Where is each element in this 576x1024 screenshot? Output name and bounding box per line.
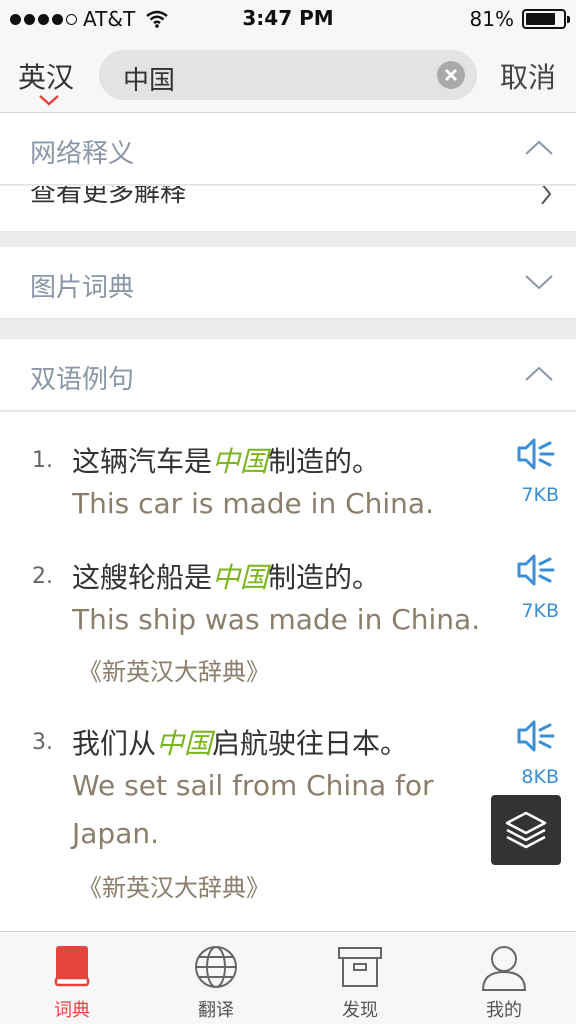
speaker-icon[interactable] [516, 436, 556, 472]
chevron-up-icon[interactable] [524, 139, 554, 157]
example-english: This car is made in China. [72, 487, 434, 520]
audio-size: 8KB [521, 766, 559, 788]
zh-text: 制造的。 [268, 445, 381, 478]
example-chinese: 这艘轮船是中国制造的。 [72, 556, 380, 596]
zh-text: 制造的。 [268, 561, 381, 594]
section-bilingual-examples[interactable]: 双语例句 [0, 339, 576, 411]
tab-label: 词典 [54, 1000, 90, 1021]
search-header: 英汉 中国 取消 [0, 36, 576, 113]
audio-size: 7KB [521, 484, 559, 506]
search-query[interactable]: 中国 [123, 60, 175, 97]
speaker-icon[interactable] [516, 718, 556, 754]
language-mode-selector[interactable]: 英汉 [18, 56, 74, 96]
chevron-right-icon [541, 186, 552, 204]
example-english: We set sail from China for Japan. [72, 769, 434, 850]
chevron-down-icon[interactable] [38, 94, 60, 106]
layers-button[interactable] [491, 795, 561, 865]
audio-size: 7KB [521, 600, 559, 622]
example-source[interactable]: 《新英汉大辞典》 [78, 868, 270, 903]
tab-label: 发现 [342, 1000, 378, 1021]
tab-translate[interactable]: 翻译 [144, 932, 288, 1024]
example-number: 3. [32, 730, 53, 755]
section-picture-dictionary[interactable]: 图片词典 [0, 247, 576, 319]
section-web-definitions[interactable]: 网络释义 [0, 113, 576, 185]
battery-status: 81% [469, 7, 570, 31]
zh-text: 这艘轮船是 [72, 561, 213, 594]
example-source[interactable]: 《新英汉大辞典》 [78, 652, 270, 687]
status-bar: AT&T 3:47 PM 81% [0, 0, 576, 36]
tab-label: 翻译 [198, 1000, 234, 1021]
globe-icon [195, 946, 237, 988]
cancel-button[interactable]: 取消 [500, 56, 556, 96]
battery-percent: 81% [469, 7, 514, 31]
zh-highlight: 中国 [212, 445, 269, 478]
clear-icon[interactable] [437, 61, 465, 89]
speaker-icon[interactable] [516, 552, 556, 588]
tab-label: 我的 [486, 1000, 522, 1021]
example-chinese: 我们从中国启航驶往日本。 [72, 722, 408, 762]
zh-highlight: 中国 [156, 727, 213, 760]
chevron-down-icon[interactable] [524, 273, 554, 291]
box-icon [338, 947, 382, 987]
tab-discover[interactable]: 发现 [288, 932, 432, 1024]
section-title: 双语例句 [30, 365, 135, 395]
battery-icon [522, 9, 570, 29]
section-title: 图片词典 [30, 273, 135, 303]
more-definitions-link[interactable]: 查看更多解释 [30, 186, 186, 209]
tab-bar: 词典 翻译 发现 我的 [0, 931, 576, 1024]
zh-text: 这辆汽车是 [72, 445, 213, 478]
example-number: 1. [32, 448, 53, 473]
tab-dictionary[interactable]: 词典 [0, 932, 144, 1024]
result-content: 网络释义 查看更多解释 图片词典 双语例句 1. 这辆汽车是中国制造的。 Thi… [0, 113, 576, 931]
zh-text: 我们从 [72, 727, 157, 760]
more-definitions-row[interactable]: 查看更多解释 [0, 186, 576, 232]
section-title: 网络释义 [30, 139, 135, 169]
tab-profile[interactable]: 我的 [432, 932, 576, 1024]
example-english: This ship was made in China. [72, 603, 481, 636]
zh-highlight: 中国 [212, 561, 269, 594]
zh-text: 启航驶往日本。 [212, 727, 409, 760]
example-number: 2. [32, 564, 53, 589]
chevron-up-icon[interactable] [524, 365, 554, 383]
example-list: 1. 这辆汽车是中国制造的。 This car is made in China… [0, 412, 576, 931]
user-icon [481, 946, 527, 991]
example-chinese: 这辆汽车是中国制造的。 [72, 440, 380, 480]
dictionary-book-icon [54, 946, 90, 987]
layers-icon [505, 811, 547, 849]
search-input[interactable]: 中国 [99, 50, 477, 100]
